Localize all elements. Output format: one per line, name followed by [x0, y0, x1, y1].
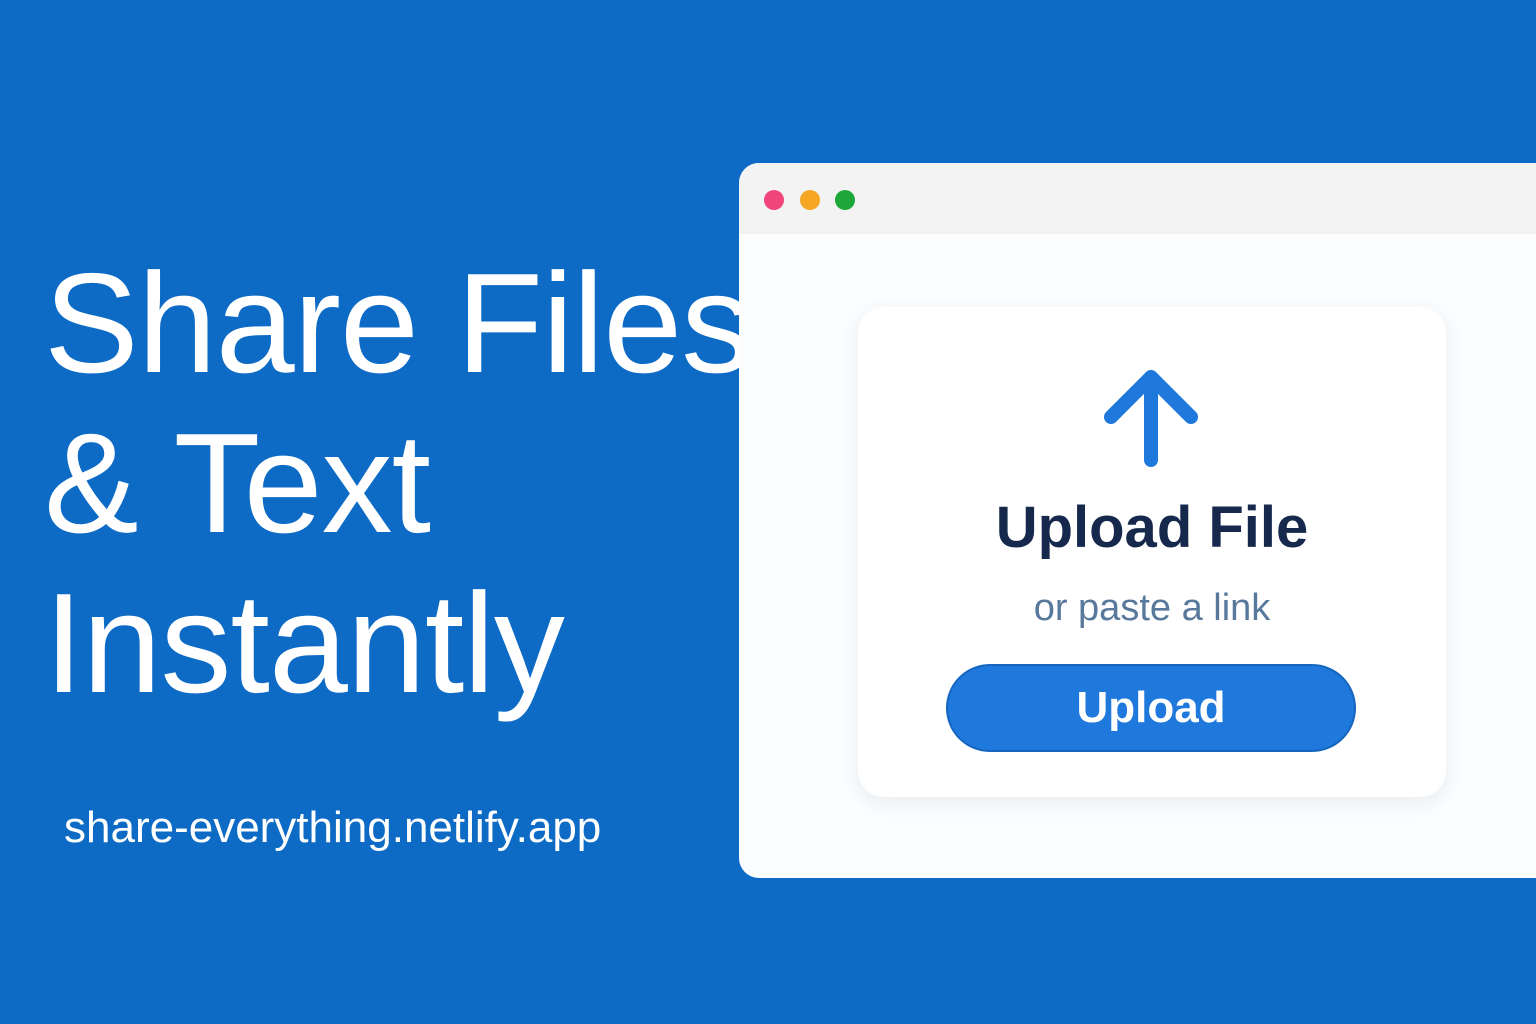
paste-link-hint: or paste a link [1033, 587, 1271, 629]
upload-title: Upload File [995, 495, 1309, 560]
site-url: share-everything.netlify.app [64, 803, 602, 852]
upload-card[interactable]: Upload File or paste a link Upload [858, 307, 1446, 797]
headline-line: Instantly [44, 564, 565, 723]
hero-headline: Share Files & Text Instantly [44, 244, 752, 724]
window-titlebar [739, 163, 1536, 234]
headline-line: & Text [44, 404, 431, 563]
minimize-window-dot[interactable] [800, 190, 820, 210]
headline-line: Share Files [44, 244, 752, 403]
upload-button[interactable]: Upload [946, 664, 1356, 752]
maximize-window-dot[interactable] [835, 190, 855, 210]
browser-window: Upload File or paste a link Upload [739, 163, 1536, 878]
upload-arrow-icon [1104, 370, 1198, 467]
close-window-dot[interactable] [764, 190, 784, 210]
